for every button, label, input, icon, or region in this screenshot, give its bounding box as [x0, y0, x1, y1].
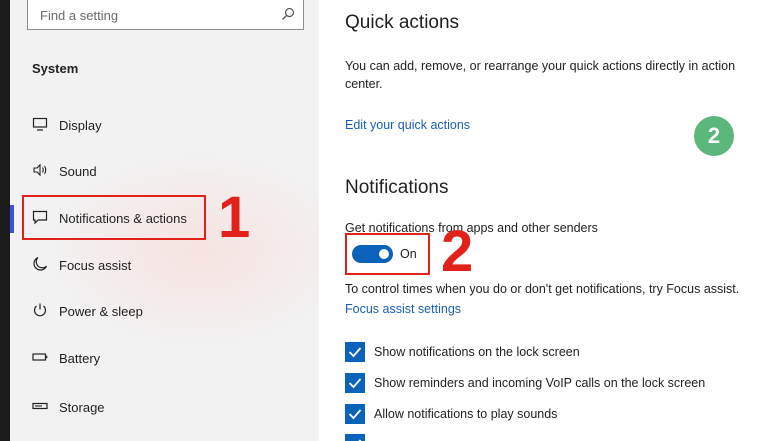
display-icon [32, 117, 48, 131]
sound-icon [33, 163, 47, 177]
power-icon [33, 303, 47, 317]
main-content: Quick actions You can add, remove, or re… [319, 0, 775, 441]
search-input[interactable]: Find a setting [40, 8, 118, 23]
checkbox-checked-icon[interactable] [345, 342, 365, 362]
focus-assist-hint: To control times when you do or don't ge… [345, 282, 740, 296]
sidebar-item-label: Storage [59, 400, 105, 415]
checkbox-label: Show notifications on the lock screen [374, 345, 580, 359]
toggle-state-label: On [400, 247, 417, 261]
battery-icon [32, 353, 48, 361]
sidebar-item-sound[interactable]: Sound [28, 154, 198, 188]
sidebar-item-display[interactable]: Display [28, 108, 198, 142]
notifications-toggle-highlight: On [345, 233, 430, 275]
step-marker-1: 1 [218, 185, 251, 250]
sidebar-item-label: Sound [59, 164, 97, 179]
sidebar-item-focus-assist[interactable]: Focus assist [28, 248, 198, 282]
highlight-box-notifications [22, 195, 206, 240]
focus-assist-settings-link[interactable]: Focus assist settings [345, 302, 461, 316]
step-badge-2: 2 [694, 116, 734, 156]
checkbox-label: Allow notifications to play sounds [374, 407, 558, 421]
step-marker-2: 2 [441, 219, 474, 284]
sidebar-item-label: Display [59, 118, 102, 133]
search-box[interactable]: Find a setting [27, 0, 304, 30]
checkbox-label: Show reminders and incoming VoIP calls o… [374, 376, 706, 390]
sidebar-item-label: Power & sleep [59, 304, 143, 319]
sidebar-item-power-sleep[interactable]: Power & sleep [28, 294, 198, 328]
checkbox-checked-icon[interactable] [345, 404, 365, 424]
checkbox-checked-icon[interactable] [345, 373, 365, 393]
toggle-knob [379, 249, 389, 259]
notifications-heading: Notifications [345, 177, 449, 198]
sidebar-item-battery[interactable]: Battery [28, 341, 198, 375]
selection-indicator [10, 205, 14, 233]
sidebar-item-label: Battery [59, 351, 101, 366]
section-title: System [32, 61, 79, 76]
sidebar-item-label: Focus assist [59, 258, 132, 273]
sidebar-item-storage[interactable]: Storage [28, 390, 198, 424]
checkbox-checked-icon[interactable] [345, 434, 365, 441]
notifications-toggle[interactable] [352, 245, 393, 263]
window-edge [0, 0, 10, 441]
moon-icon [33, 256, 48, 271]
quick-actions-description: You can add, remove, or rearrange your q… [345, 59, 736, 91]
storage-icon [32, 402, 48, 410]
search-icon[interactable] [281, 7, 295, 21]
edit-quick-actions-link[interactable]: Edit your quick actions [345, 118, 470, 132]
quick-actions-heading: Quick actions [345, 12, 460, 33]
